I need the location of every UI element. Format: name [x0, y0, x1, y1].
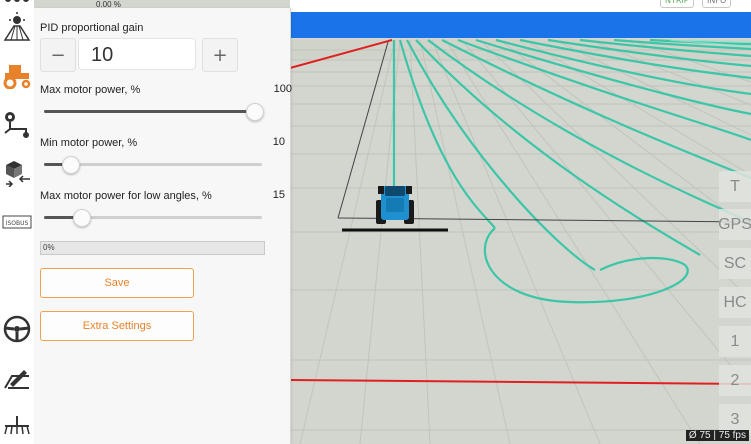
slider-fill: [44, 110, 254, 113]
save-button[interactable]: Save: [40, 268, 194, 298]
field-edit-icon[interactable]: [0, 362, 34, 394]
route-icon[interactable]: [0, 108, 34, 140]
progress-text: 0%: [43, 243, 55, 252]
svg-text:ISOBUS: ISOBUS: [6, 220, 29, 227]
top-blue-bar: [290, 12, 751, 38]
slider-value: 100: [273, 83, 292, 95]
slider-label: Max motor power for low angles, %: [40, 190, 212, 202]
gain-label: PID proportional gain: [40, 22, 144, 34]
slider-label: Max motor power, %: [40, 84, 141, 96]
slider-value: 10: [272, 136, 285, 148]
tractor-icon[interactable]: [0, 60, 34, 90]
menu-dots-icon[interactable]: [0, 0, 34, 6]
right-button-sc[interactable]: SC: [719, 248, 751, 279]
tractor-model[interactable]: [376, 186, 414, 224]
right-button-gps[interactable]: GPS: [718, 209, 751, 240]
fps-counter: Ø 75 | 75 fps: [685, 430, 749, 441]
pid-settings-panel: PID proportional gain − 10 + Max motor p…: [34, 8, 292, 444]
implement-icon[interactable]: [0, 410, 34, 444]
right-button-1[interactable]: 1: [719, 326, 751, 357]
low-angle-motor-power-slider[interactable]: [44, 209, 262, 227]
right-button-2[interactable]: 2: [719, 365, 751, 396]
gps-box-icon[interactable]: ISOBUS: [0, 210, 34, 234]
slider-label: Min motor power, %: [40, 137, 138, 149]
right-button-t[interactable]: T: [719, 171, 751, 202]
steering-wheel-icon[interactable]: [0, 312, 34, 346]
slider-value: 15: [272, 189, 285, 201]
gain-value-field[interactable]: 10: [78, 38, 196, 70]
slider-thumb[interactable]: [73, 209, 91, 227]
extra-settings-button[interactable]: Extra Settings: [40, 311, 194, 341]
box-transfer-icon[interactable]: [0, 156, 34, 188]
slider-thumb[interactable]: [246, 103, 264, 121]
slider-thumb[interactable]: [62, 156, 80, 174]
ntrip-badge[interactable]: NTRIP: [660, 0, 694, 8]
left-toolbar: ISOBUS: [0, 0, 34, 444]
progress-bar: 0%: [40, 241, 265, 255]
min-motor-power-slider[interactable]: [44, 156, 262, 174]
right-button-hc[interactable]: HC: [719, 287, 751, 318]
info-badge[interactable]: INFO: [702, 0, 732, 8]
gain-increment-button[interactable]: +: [202, 38, 238, 72]
sun-field-icon[interactable]: [0, 12, 34, 42]
top-status-strip: NTRIP INFO: [290, 0, 751, 12]
max-motor-power-slider[interactable]: [44, 103, 264, 121]
gain-decrement-button[interactable]: −: [40, 38, 76, 72]
